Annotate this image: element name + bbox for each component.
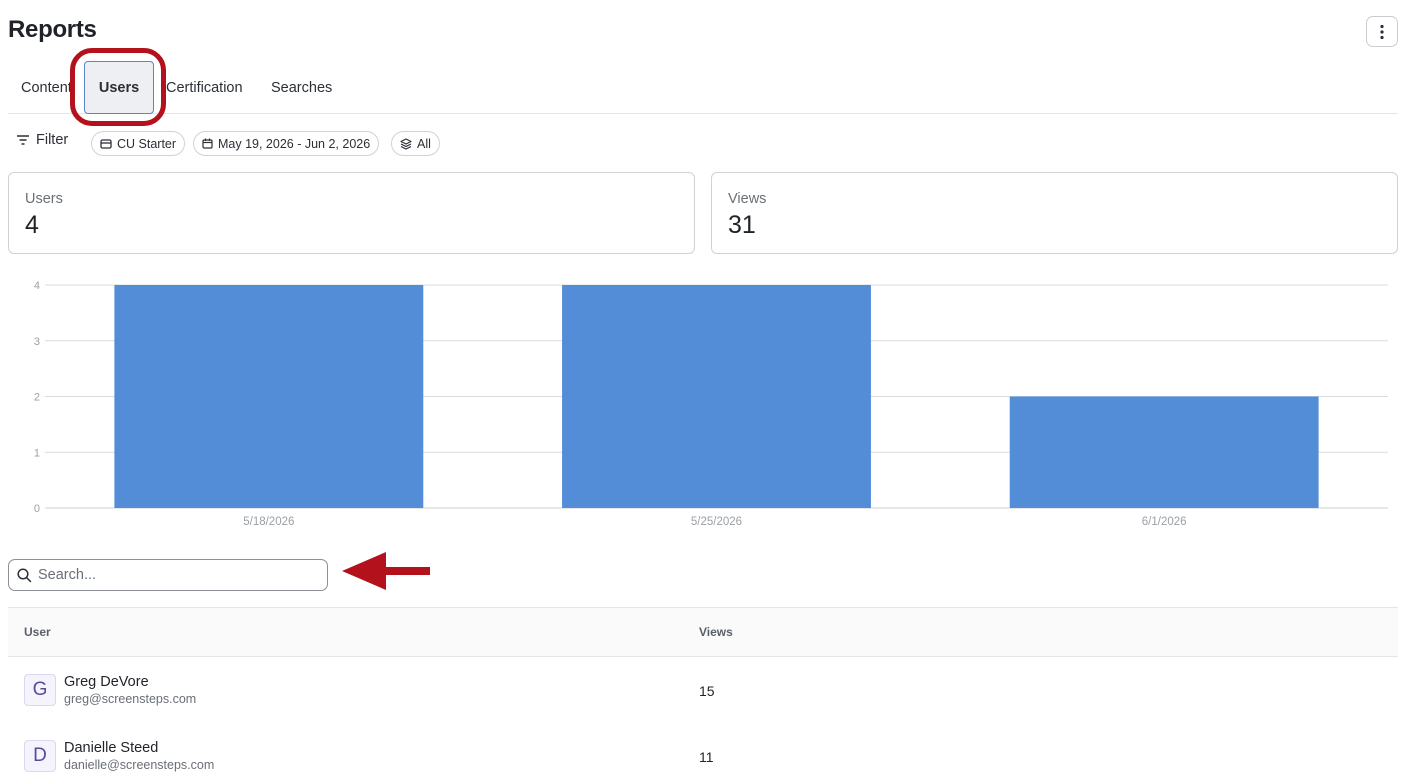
calendar-icon [202, 138, 213, 149]
users-bar-chart: 0 1 2 3 4 5/18/2026 5/25/2026 6/1/2026 [34, 280, 1388, 528]
views-stat-label: Views [728, 191, 767, 207]
content-type-chip[interactable]: All [391, 131, 440, 156]
date-range-chip[interactable]: May 19, 2026 - Jun 2, 2026 [193, 131, 380, 156]
content-type-label: All [417, 136, 431, 151]
y-tick-label: 2 [34, 392, 40, 404]
site-icon [100, 138, 112, 149]
users-table: User Views G Greg DeVore greg@screenstep… [8, 607, 1398, 773]
user-email: greg@screensteps.com [64, 692, 197, 706]
table-row[interactable]: D Danielle Steed danielle@screensteps.co… [8, 723, 1398, 773]
page-title: Reports [8, 16, 97, 43]
user-email: danielle@screensteps.com [64, 758, 215, 772]
user-views: 15 [699, 683, 715, 699]
user-column-header[interactable]: User [24, 625, 51, 639]
user-views: 11 [699, 749, 714, 765]
users-stat-value: 4 [25, 211, 39, 239]
x-tick-label: 5/18/2026 [243, 516, 294, 528]
tab-users[interactable]: Users [84, 61, 154, 114]
user-search-box[interactable] [8, 559, 328, 591]
views-stat-card: Views 31 [711, 172, 1398, 254]
filter-label: Filter [36, 132, 69, 148]
layers-icon [400, 137, 412, 150]
tab-searches[interactable]: Searches [271, 62, 332, 114]
site-filter-label: CU Starter [117, 136, 177, 151]
y-tick-label: 3 [34, 336, 40, 348]
filter-icon [17, 135, 29, 145]
annotation-arrow-icon [342, 552, 430, 590]
table-header: User Views [8, 607, 1398, 657]
report-tabs: Content Users Certification Searches [8, 61, 1398, 114]
user-name: Greg DeVore [64, 674, 149, 690]
y-tick-label: 0 [34, 503, 40, 515]
avatar: G [24, 674, 56, 706]
date-range-label: May 19, 2026 - Jun 2, 2026 [218, 136, 371, 151]
x-tick-label: 6/1/2026 [1142, 516, 1187, 528]
search-input[interactable] [38, 567, 318, 583]
avatar: D [24, 740, 56, 772]
user-name: Danielle Steed [64, 740, 159, 756]
users-stat-card: Users 4 [8, 172, 695, 254]
filter-button[interactable]: Filter [16, 132, 68, 148]
tab-content[interactable]: Content [21, 62, 77, 114]
more-vertical-icon [1380, 24, 1384, 39]
chart-bar[interactable] [114, 285, 424, 508]
y-tick-label: 4 [34, 280, 40, 292]
y-tick-label: 1 [34, 447, 40, 459]
site-filter-chip[interactable]: CU Starter [91, 131, 186, 156]
chart-bar[interactable] [1009, 396, 1319, 509]
x-tick-label: 5/25/2026 [691, 516, 742, 528]
tab-certification[interactable]: Certification [166, 62, 243, 114]
search-icon [17, 567, 32, 582]
views-column-header[interactable]: Views [699, 625, 733, 639]
views-stat-value: 31 [728, 211, 756, 239]
users-stat-label: Users [25, 191, 63, 207]
table-row[interactable]: G Greg DeVore greg@screensteps.com 15 [8, 657, 1398, 723]
filter-bar: Filter CU Starter May 19, 2026 - Jun 2, … [8, 130, 608, 156]
more-options-button[interactable] [1366, 16, 1398, 47]
chart-bar[interactable] [562, 285, 871, 508]
